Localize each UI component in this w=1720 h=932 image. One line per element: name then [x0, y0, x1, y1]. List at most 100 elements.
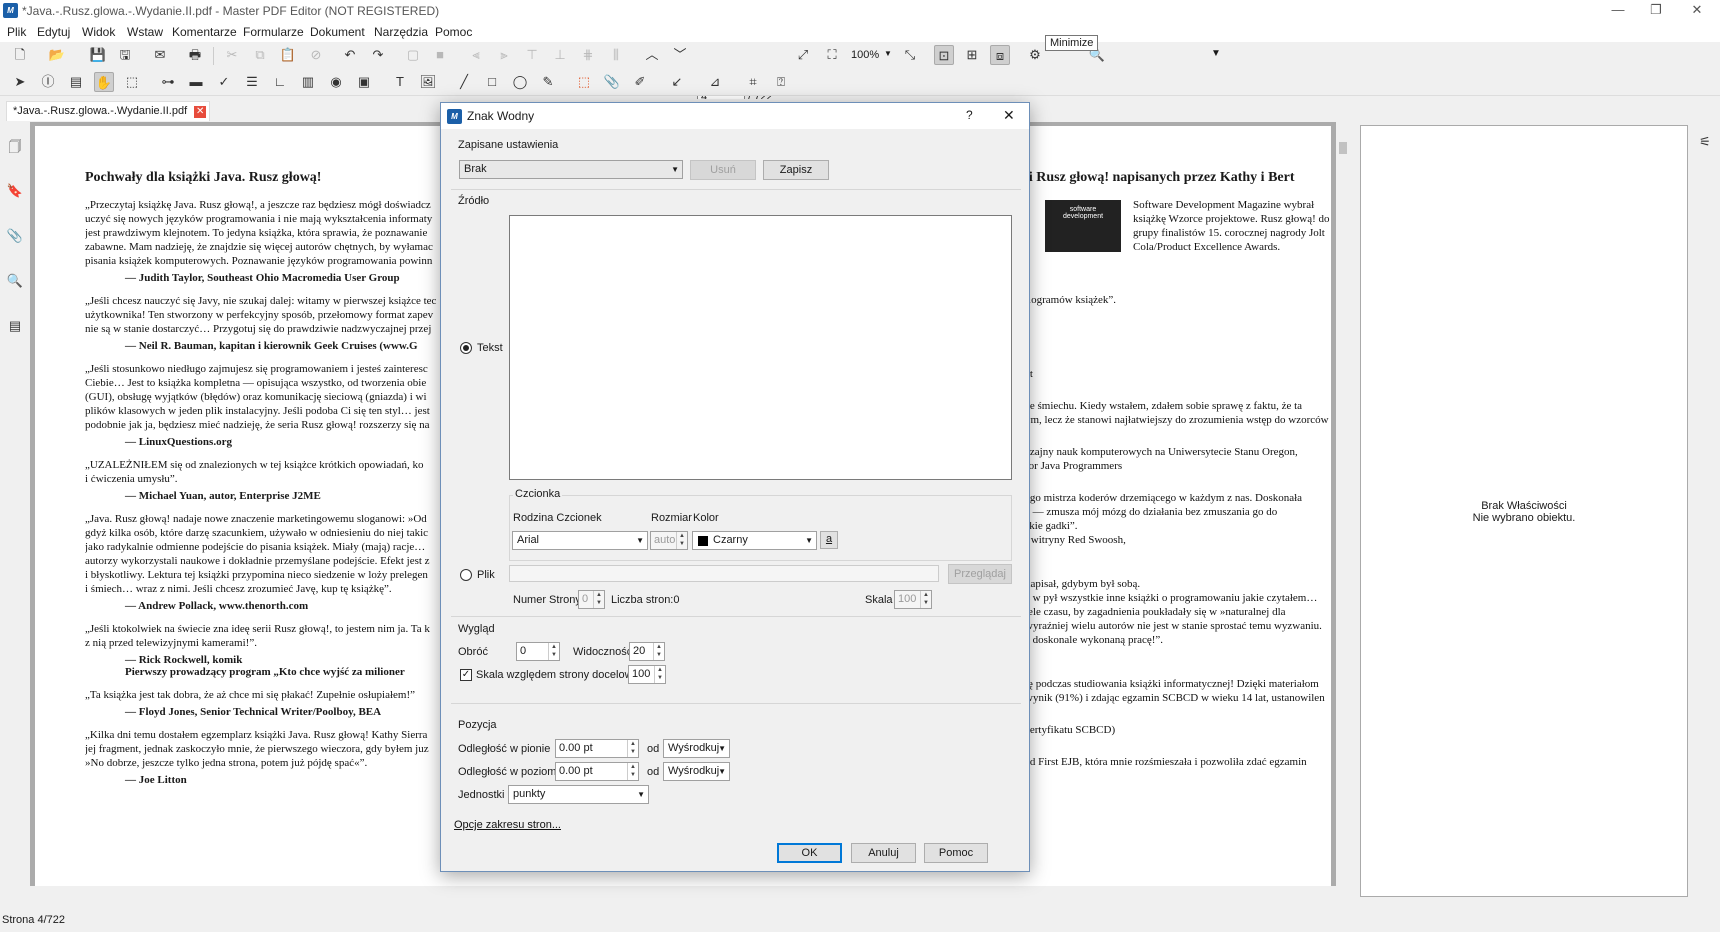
font-size-spinner[interactable]: auto ▲ ▼	[650, 531, 688, 550]
delete-button[interactable]: Usuń	[690, 160, 756, 180]
scale-spinner[interactable]: 100 ▲ ▼	[894, 590, 932, 609]
paste-icon[interactable]: 📋	[278, 45, 298, 65]
edit-form-icon[interactable]: ▤	[66, 72, 86, 92]
checkbox-field-icon[interactable]: ✓	[214, 72, 234, 92]
watermark-text-area[interactable]	[509, 215, 1012, 480]
highlight-icon[interactable]: ✐	[630, 72, 650, 92]
close-tab-icon[interactable]: ✕	[194, 106, 207, 118]
two-page-view-icon[interactable]: ⧈	[990, 45, 1010, 65]
search-dropdown-icon[interactable]: ▼	[1211, 48, 1221, 59]
vertical-align-select[interactable]: Wyśrodkuj ▼	[663, 739, 730, 758]
font-family-select[interactable]: Arial ▼	[512, 531, 648, 550]
spinner-arrows-icon[interactable]: ▲ ▼	[593, 591, 604, 608]
dialog-help-button[interactable]: ?	[966, 108, 973, 122]
zoom-dropdown-icon[interactable]: ▼	[884, 49, 892, 58]
ellipse-icon[interactable]: ◯	[510, 72, 530, 92]
new-document-icon[interactable]: 🗋	[10, 45, 30, 65]
measure-icon[interactable]: ⌗	[743, 72, 763, 92]
dialog-close-button[interactable]: ✕	[1003, 107, 1015, 124]
menu-edytuj[interactable]: Edytuj	[37, 25, 70, 39]
spinner-arrows-icon[interactable]: ▲ ▼	[653, 643, 664, 660]
crop-icon[interactable]: ⬚	[122, 72, 142, 92]
fit-width-icon[interactable]: ⤢	[793, 45, 813, 65]
save-button[interactable]: Zapisz	[763, 160, 829, 180]
open-file-icon[interactable]: 📂	[47, 45, 67, 65]
align-top-icon[interactable]: ⊤	[522, 45, 542, 65]
menu-pomoc[interactable]: Pomoc	[435, 25, 472, 39]
settings-icon[interactable]: ⚙	[1025, 45, 1045, 65]
menu-formularze[interactable]: Formularze	[243, 25, 304, 39]
vertical-scrollbar[interactable]	[1336, 122, 1350, 894]
spinner-arrows-icon[interactable]: ▲ ▼	[627, 763, 638, 780]
print-icon[interactable]: 🖶	[185, 45, 205, 65]
save-as-icon[interactable]: 🖫	[115, 45, 135, 65]
spinner-arrows-icon[interactable]: ▲ ▼	[548, 643, 559, 660]
edit-text-icon[interactable]: Ⓘ	[38, 72, 58, 92]
align-center-icon[interactable]: ⋕	[578, 45, 598, 65]
pages-panel-icon[interactable]: 🗍	[5, 137, 25, 157]
fullscreen-icon[interactable]: ⤡	[900, 45, 920, 65]
horizontal-distance-spinner[interactable]: 0.00 pt ▲ ▼	[555, 762, 639, 781]
stamp-icon[interactable]: ⍰	[771, 72, 791, 92]
menu-narzedzia[interactable]: Narzędzia	[374, 25, 428, 39]
document-tab[interactable]: *Java.-.Rusz.glowa.-.Wydanie.II.pdf ✕	[6, 101, 211, 121]
line-icon[interactable]: ╱	[454, 72, 474, 92]
radio-field-icon[interactable]: ◉	[326, 72, 346, 92]
email-icon[interactable]: ✉	[150, 45, 170, 65]
combobox-field-icon[interactable]: ▥	[298, 72, 318, 92]
button-field-icon[interactable]: ▬	[186, 72, 206, 92]
menu-wstaw[interactable]: Wstaw	[127, 25, 163, 39]
file-path-input[interactable]	[509, 565, 939, 582]
fit-page-icon[interactable]: ⛶	[822, 45, 842, 65]
continuous-view-icon[interactable]: ⊞	[962, 45, 982, 65]
save-icon[interactable]: 💾	[88, 45, 108, 65]
cut-icon[interactable]: ✂	[222, 45, 242, 65]
attach-icon[interactable]: 📎	[602, 72, 622, 92]
menu-plik[interactable]: Plik	[7, 25, 26, 39]
redo-icon[interactable]: ↷	[368, 45, 388, 65]
previous-page-icon[interactable]: ︿	[642, 45, 662, 65]
spinner-arrows-icon[interactable]: ▲ ▼	[676, 532, 687, 549]
file-radio[interactable]	[460, 569, 472, 581]
bookmarks-panel-icon[interactable]: 🔖	[5, 181, 25, 201]
distribute-icon[interactable]: ⫼	[606, 45, 626, 65]
rotate-spinner[interactable]: 0 ▲ ▼	[516, 642, 560, 661]
horizontal-align-select[interactable]: Wyśrodkuj ▼	[663, 762, 730, 781]
vertical-distance-spinner[interactable]: 0.00 pt ▲ ▼	[555, 739, 639, 758]
single-page-view-icon[interactable]: ⊡	[934, 45, 954, 65]
text-field-icon[interactable]: ⊶	[158, 72, 178, 92]
maximize-button[interactable]: ❐	[1633, 0, 1679, 22]
horizontal-scrollbar[interactable]	[30, 886, 1336, 900]
spinner-arrows-icon[interactable]: ▲ ▼	[920, 591, 931, 608]
comment-box-icon[interactable]: ⬚	[574, 72, 594, 92]
layers-panel-icon[interactable]: ▤	[5, 316, 25, 336]
cancel-button[interactable]: Anuluj	[851, 843, 916, 863]
add-image-icon[interactable]: 🖼	[418, 72, 438, 92]
add-text-icon[interactable]: T	[390, 72, 410, 92]
list-field-icon[interactable]: ☰	[242, 72, 262, 92]
browse-button[interactable]: Przeglądaj	[948, 564, 1012, 584]
select-all-icon[interactable]: ▢	[403, 45, 423, 65]
page-range-link[interactable]: Opcje zakresu stron...	[454, 819, 561, 831]
next-page-icon[interactable]: ﹀	[670, 45, 690, 65]
attachments-panel-icon[interactable]: 📎	[5, 226, 25, 246]
select-tool-icon[interactable]: ➤	[10, 72, 30, 92]
properties-toggle-icon[interactable]: ⚟	[1695, 132, 1715, 152]
copy-icon[interactable]: ⧉	[250, 45, 270, 65]
opacity-spinner[interactable]: 20 ▲ ▼	[629, 642, 665, 661]
text-radio[interactable]	[460, 342, 472, 354]
menu-komentarze[interactable]: Komentarze	[172, 25, 237, 39]
fill-icon[interactable]: ■	[430, 45, 450, 65]
ok-button[interactable]: OK	[777, 843, 842, 863]
polyline-icon[interactable]: ⊿	[705, 72, 725, 92]
close-window-button[interactable]: ✕	[1674, 0, 1720, 22]
signature-field-icon[interactable]: ∟	[270, 72, 290, 92]
spinner-arrows-icon[interactable]: ▲ ▼	[654, 666, 665, 683]
hand-tool-icon[interactable]: ✋	[94, 72, 114, 92]
image-field-icon[interactable]: ▣	[354, 72, 374, 92]
menu-dokument[interactable]: Dokument	[310, 25, 365, 39]
color-select[interactable]: Czarny ▼	[692, 531, 817, 550]
align-right-icon[interactable]: ⫸	[494, 45, 514, 65]
align-left-icon[interactable]: ⫷	[466, 45, 486, 65]
search-panel-icon[interactable]: 🔍	[5, 271, 25, 291]
